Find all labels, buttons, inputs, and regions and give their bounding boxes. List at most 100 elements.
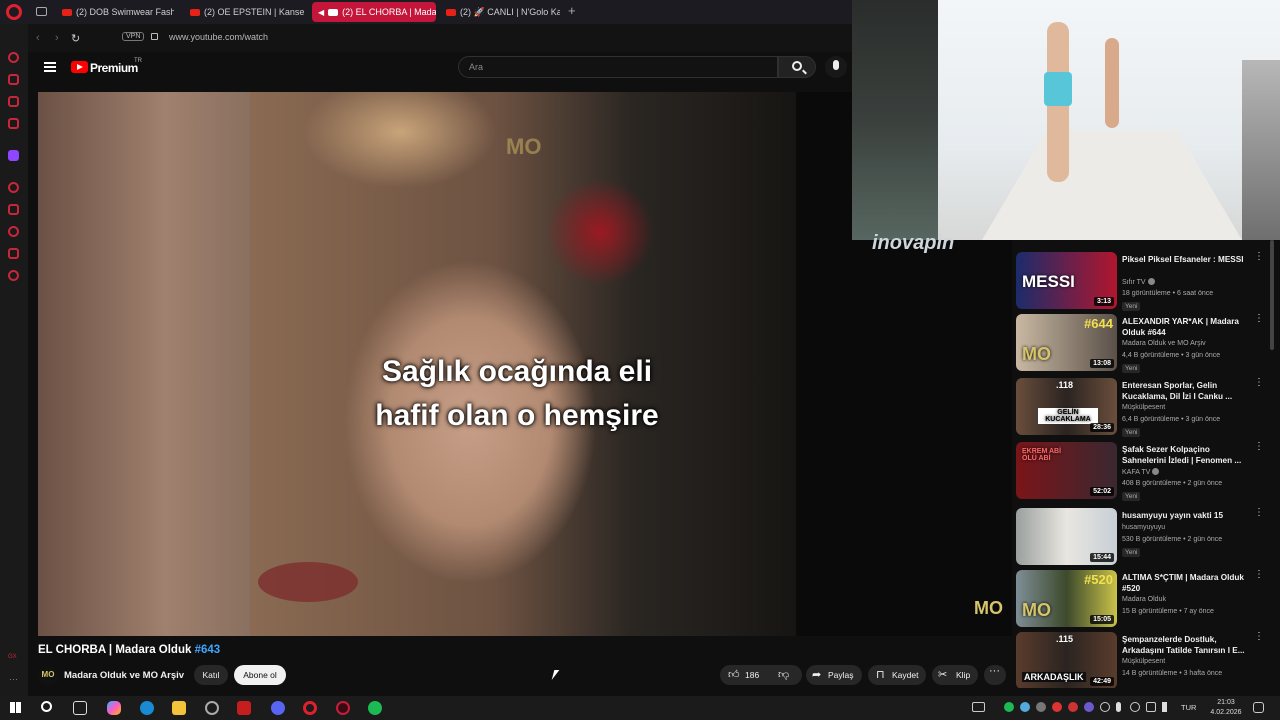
notifications-icon[interactable] [1253,702,1264,713]
list-item[interactable]: MO #644 13:08 ALEXANDIR YAR*AK | Madara … [1016,314,1278,376]
video-thumbnail[interactable]: GELİN KUCAKLAMA .118 28:36 [1016,378,1117,435]
url-field[interactable]: www.youtube.com/watch [169,32,268,42]
tab-oe-epstein[interactable]: (2) OE EPSTEIN | Kanser o [184,2,304,22]
winamp-icon[interactable] [237,701,251,715]
system-clock[interactable]: 21:03 4.02.2026 [1208,698,1244,718]
recommendations-scrollbar[interactable] [1270,240,1274,350]
vpn-badge[interactable]: VPN [122,32,145,41]
settings-gear-icon[interactable] [8,270,19,281]
video-thumbnail[interactable]: EKREM ABİ ÖLÜ ABİ 52:02 [1016,442,1117,499]
video-thumbnail[interactable]: MO #520 15:05 [1016,570,1117,627]
channel-name[interactable]: Müşkülpesent [1122,658,1165,665]
join-button[interactable]: Katıl [194,665,228,685]
video-thumbnail[interactable]: 15:44 [1016,508,1117,565]
video-title[interactable]: Piksel Piksel Efsaneler : MESSI [1122,254,1250,265]
opera-icon[interactable] [303,701,317,715]
lock-icon[interactable] [151,33,158,40]
opera-gx-icon[interactable] [336,701,350,715]
channel-name[interactable]: Madara Olduk ve MO Arşiv [64,670,184,681]
spotify-icon[interactable] [368,701,382,715]
keyboard-icon[interactable] [972,702,985,712]
edge-icon[interactable] [140,701,154,715]
history-icon[interactable] [8,226,19,237]
video-title[interactable]: ALTIMA S*ÇTIM | Madara Olduk #520 [1122,572,1250,594]
search-icon[interactable] [41,701,52,712]
tray-app-icon[interactable] [1036,702,1046,712]
tab-dob-swimwear[interactable]: (2) DOB Swimwear Fashio [56,2,174,22]
voice-search-button[interactable] [825,56,847,78]
gx-icon[interactable]: GX [8,654,17,660]
channel-name[interactable]: Müşkülpesent [1122,404,1165,411]
video-thumbnail[interactable]: MESSI 3:13 [1016,252,1117,309]
video-thumbnail[interactable]: MO #644 13:08 [1016,314,1117,371]
task-view-icon[interactable] [73,701,87,715]
video-title[interactable]: Enteresan Sporlar, Gelin Kucaklama, Dil … [1122,380,1250,402]
back-icon[interactable]: ‹ [36,32,40,44]
menu-icon[interactable] [44,62,56,72]
microphone-tray-icon[interactable] [1116,702,1121,712]
list-item[interactable]: MO #520 15:05 ALTIMA S*ÇTIM | Madara Old… [1016,570,1278,632]
channel-name[interactable]: Sıfır TV [1122,278,1155,286]
app-icon[interactable] [205,701,219,715]
clip-button[interactable]: ✂ Klip [932,665,978,685]
tab-el-chorba[interactable]: ◀ (2) EL CHORBA | Mada [312,2,436,22]
picture-in-picture-video[interactable] [852,0,1280,240]
language-indicator[interactable]: TUR [1181,703,1196,712]
tray-app-icon[interactable] [1130,702,1140,712]
tray-app-icon[interactable] [1020,702,1030,712]
subscribe-button[interactable]: Abone ol [234,665,286,685]
tray-app-icon[interactable] [1068,702,1078,712]
aria-icon[interactable] [8,52,19,63]
volume-icon[interactable] [1162,702,1168,712]
crypto-wallet-icon[interactable] [8,74,19,85]
more-options-icon[interactable]: ⋮ [1254,314,1264,329]
file-explorer-icon[interactable] [172,701,186,715]
network-icon[interactable] [1146,702,1156,712]
video-title[interactable]: Şempanzelerde Dostluk, Arkadaşını Tatild… [1122,634,1250,656]
channel-avatar[interactable]: MO [38,665,58,685]
hashtag-link[interactable]: #643 [195,644,221,656]
player-icon[interactable] [8,182,19,193]
more-options-icon[interactable]: ⋮ [1254,570,1264,585]
video-title[interactable]: Şafak Sezer Kolpaçino Sahnelerini İzledi… [1122,444,1250,466]
channel-name[interactable]: KAFA TV [1122,468,1160,476]
like-icon[interactable]: 👍︎ [728,669,740,681]
messenger-icon[interactable] [8,96,19,107]
list-item[interactable]: 15:44 husamyuyu yayın vakti 15 husamyuyu… [1016,508,1278,570]
twitch-icon[interactable] [8,150,19,161]
channel-name[interactable]: Madara Olduk [1122,596,1166,603]
tray-app-icon[interactable] [1100,702,1110,712]
list-item[interactable]: EKREM ABİ ÖLÜ ABİ 52:02 Şafak Sezer Kolp… [1016,442,1278,504]
extensions-icon[interactable] [8,248,19,259]
more-options-icon[interactable]: ⋮ [1254,442,1264,457]
youtube-logo-icon[interactable] [71,61,88,73]
share-button[interactable]: ➦ Paylaş [806,665,862,685]
copilot-icon[interactable] [107,701,121,715]
more-icon[interactable]: ··· [9,674,18,684]
more-options-icon[interactable]: ⋮ [1254,252,1264,267]
list-item[interactable]: MESSI 3:13 Piksel Piksel Efsaneler : MES… [1016,252,1278,314]
video-thumbnail[interactable]: ARKADAŞLIK .115 42:49 [1016,632,1117,688]
search-button[interactable] [778,56,816,78]
new-tab-button[interactable]: + [568,3,576,18]
list-item[interactable]: ARKADAŞLIK .115 42:49 Şempanzelerde Dost… [1016,632,1278,688]
tray-app-icon[interactable] [1084,702,1094,712]
pinboard-icon[interactable] [8,204,19,215]
forward-icon[interactable]: › [55,32,59,44]
youtube-premium-logo[interactable]: Premium [90,61,138,75]
search-input[interactable] [458,56,778,78]
channel-name[interactable]: Madara Olduk ve MO Arşiv [1122,340,1206,347]
windows-start-icon[interactable] [10,702,21,713]
like-count[interactable]: 186 [745,665,759,685]
more-options-icon[interactable]: ⋮ [1254,378,1264,393]
tab-canli-ngolo[interactable]: (2) 🚀 CANLI | N'Golo Kan [440,2,560,22]
more-actions-button[interactable]: ··· [984,665,1006,685]
channel-name[interactable]: husamyuyuyu [1122,524,1165,531]
save-button[interactable]: ⊓ Kaydet [868,665,926,685]
my-flow-icon[interactable] [8,118,19,129]
dislike-icon[interactable]: 👎︎ [778,669,789,681]
video-player[interactable]: MO Sağlık ocağında eli hafif olan o hemş… [38,92,796,636]
workspaces-icon[interactable] [36,7,47,16]
discord-icon[interactable] [271,701,285,715]
reload-icon[interactable]: ↻ [71,32,80,45]
